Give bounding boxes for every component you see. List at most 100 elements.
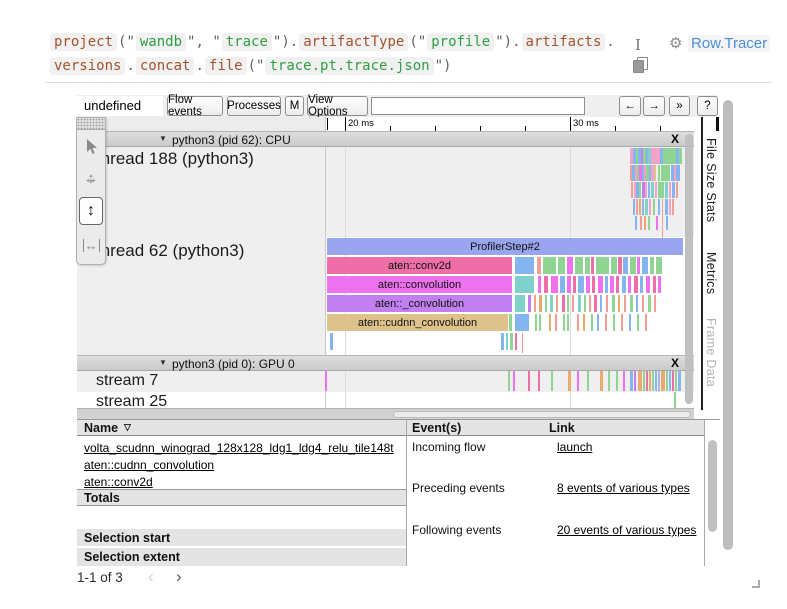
trace-event-segment[interactable] [672,199,674,215]
trace-event-segment[interactable] [513,371,515,391]
events-scrollbar[interactable] [708,440,717,532]
name-column-header[interactable]: Name ▽ [77,420,406,436]
trace-event-segment[interactable] [622,276,626,293]
trace-event-segment[interactable] [568,371,571,391]
trace-event-segment[interactable] [644,216,646,230]
next-page-icon[interactable]: › [176,567,182,587]
trace-event-segment[interactable] [598,276,603,293]
trace-event-segment[interactable] [675,371,677,391]
trace-event-segment[interactable] [651,148,660,164]
trace-event-segment[interactable] [645,182,647,198]
processes-button[interactable]: Processes [227,96,281,116]
trace-event-segment[interactable] [506,333,508,350]
trace-event-segment[interactable] [669,371,671,391]
gear-icon[interactable]: ⚙ [669,34,682,52]
trace-event-segment[interactable] [596,257,609,274]
conv2d-event[interactable]: aten::conv2d [327,257,512,274]
trace-event-segment[interactable] [551,276,558,293]
trace-event-segment[interactable] [643,371,645,391]
trace-event-segment[interactable] [534,295,536,312]
trace-event-segment[interactable] [515,333,517,350]
trace-event-segment[interactable] [528,371,530,391]
trace-event-segment[interactable] [550,295,553,312]
trace-event-segment[interactable] [597,314,599,331]
trace-event-segment[interactable] [605,314,607,331]
help-button[interactable]: ? [697,96,718,116]
trace-event-segment[interactable] [631,182,633,198]
stream-7-events[interactable] [325,371,694,391]
trace-event-segment[interactable] [594,295,597,312]
trace-event-segment[interactable] [551,371,553,391]
trace-event-segment[interactable] [640,276,643,293]
trace-event-segment[interactable] [589,295,591,312]
trace-event-segment[interactable] [509,314,512,331]
trace-event-segment[interactable] [658,276,661,293]
trace-event-segment[interactable] [651,182,654,198]
trace-event-segment[interactable] [558,257,565,274]
trace-event-segment[interactable] [654,165,656,181]
trace-event-segment[interactable] [653,276,656,293]
profiler-step-event[interactable]: ProfilerStep#2 [327,238,683,255]
preceding-events-link[interactable]: 8 events of various types [557,481,690,495]
trace-event-segment[interactable] [646,276,650,293]
trace-event-segment[interactable] [515,276,534,293]
timeline-hscrollbar-thumb[interactable] [393,411,691,418]
trace-event-segment[interactable] [652,371,654,391]
trace-event-segment[interactable] [585,257,590,274]
trace-event-segment[interactable] [501,333,504,350]
panel-type-selector[interactable]: Row.Tracer [688,35,770,52]
more-button[interactable]: » [669,96,690,116]
trace-event-segment[interactable] [567,257,573,274]
selection-tool-button[interactable] [79,133,103,161]
trace-event-segment[interactable] [661,371,665,391]
trace-event-segment[interactable] [634,276,638,293]
trace-event-segment[interactable] [637,314,639,331]
trace-event-segment[interactable] [578,276,584,293]
trace-event-segment[interactable] [616,276,619,293]
trace-event-segment[interactable] [592,276,595,293]
find-next-button[interactable]: → [643,96,665,116]
trace-event-segment[interactable] [654,295,656,312]
trace-event-segment[interactable] [650,257,654,274]
trace-event-segment[interactable] [669,182,671,198]
trace-event-segment[interactable] [630,371,633,391]
collapse-icon[interactable]: ▼ [159,134,167,143]
trace-event-segment[interactable] [545,295,547,312]
trace-event-segment[interactable] [629,314,631,331]
trace-event-segment[interactable] [665,182,668,198]
trace-event-segment[interactable] [642,257,648,274]
trace-event-segment[interactable] [621,314,623,331]
copy-icon[interactable] [633,57,649,73]
trace-event-segment[interactable] [528,295,531,312]
trace-event-segment[interactable] [330,333,333,350]
conv2d-link[interactable]: aten::conv2d [84,475,153,489]
metadata-button[interactable]: M [285,96,304,116]
trace-event-segment[interactable] [508,371,510,391]
trace-event-segment[interactable] [658,371,660,391]
trace-event-segment[interactable] [672,182,675,198]
trace-event-segment[interactable] [591,314,593,331]
outer-scrollbar[interactable] [723,100,733,550]
trace-event-segment[interactable] [637,257,640,274]
trace-event-segment[interactable] [613,314,615,331]
launch-link[interactable]: launch [557,440,592,454]
trace-event-segment[interactable] [584,295,586,312]
trace-event-segment[interactable] [610,276,614,293]
trace-event-segment[interactable] [640,216,642,230]
trace-event-segment[interactable] [510,333,513,350]
trace-event-segment[interactable] [642,199,644,215]
trace-event-segment[interactable] [658,182,664,198]
trace-event-segment[interactable] [649,199,651,215]
trace-event-segment[interactable] [538,371,540,391]
underscore-convolution-event[interactable]: aten::_convolution [327,295,512,312]
trace-event-segment[interactable] [656,257,662,274]
trace-event-segment[interactable] [678,371,681,391]
trace-event-segment[interactable] [676,165,680,181]
view-options-button[interactable]: View Options [307,96,368,116]
trace-event-segment[interactable] [623,371,625,391]
trace-event-segment[interactable] [583,314,585,331]
trace-event-segment[interactable] [655,182,657,198]
trace-event-segment[interactable] [578,295,581,312]
text-cursor-icon[interactable]: I [635,36,641,54]
pan-tool-button[interactable]: ↔↕ [79,165,103,193]
